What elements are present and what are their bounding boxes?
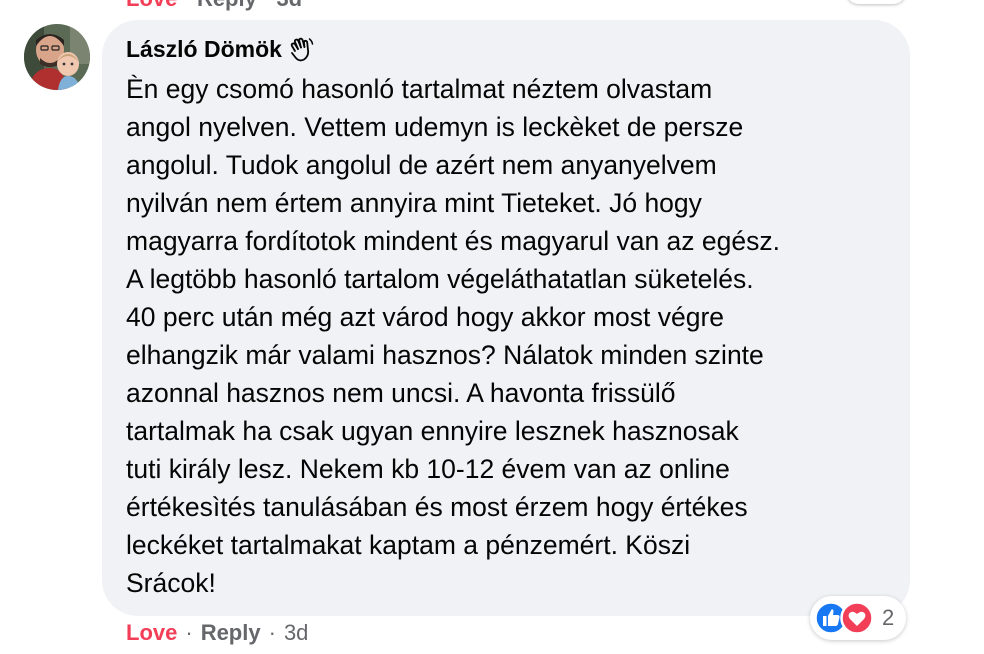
avatar-image: [24, 24, 90, 90]
comment-line: tartalmak ha csak ugyan ennyire lesznek …: [126, 416, 739, 446]
previous-timestamp: 3d: [276, 0, 302, 11]
love-button[interactable]: Love: [126, 620, 177, 646]
heart-icon: [840, 601, 874, 635]
previous-reply-button[interactable]: Reply: [197, 0, 257, 11]
comment-line: értékesìtés tanulásában és most érzem ho…: [126, 492, 748, 522]
comment-text: Èn egy csomó hasonló tartalmat néztem ol…: [126, 70, 896, 602]
comment-line: magyarra fordítotok mindent és magyarul …: [126, 226, 780, 256]
separator-2: ·: [268, 620, 276, 645]
comment-line: Srácok!: [126, 568, 216, 598]
avatar[interactable]: [24, 24, 90, 90]
previous-love-button[interactable]: Love: [126, 0, 177, 11]
previous-reactions-pill[interactable]: [846, 0, 906, 4]
previous-comment-actions: Love · Reply · 3d: [126, 0, 302, 12]
comment-line: azonnal hasznos nem uncsi. A havonta fri…: [126, 378, 676, 408]
separator: ·: [185, 620, 193, 645]
reply-button[interactable]: Reply: [201, 620, 261, 646]
comment-line: 40 perc után még azt várod hogy akkor mo…: [126, 302, 725, 332]
comment-line: elhangzik már valami hasznos? Nálatok mi…: [126, 340, 764, 370]
comment-line: leckéket tartalmakat kaptam a pénzemért.…: [126, 530, 691, 560]
author-name[interactable]: László Dömök: [126, 36, 282, 63]
author-row: László Dömök: [126, 36, 314, 63]
comment-line: tuti király lesz. Nekem kb 10-12 évem va…: [126, 454, 730, 484]
previous-separator: ·: [183, 0, 190, 11]
reactions-summary[interactable]: 2: [810, 596, 906, 640]
comment-bubble: László Dömök Èn egy csomó hasonló tartal…: [102, 20, 910, 616]
comment-line: A legtöbb hasonló tartalom végeláthatatl…: [126, 264, 754, 294]
previous-separator-2: ·: [263, 0, 270, 11]
comment-actions: Love · Reply · 3d: [126, 620, 308, 646]
timestamp[interactable]: 3d: [284, 620, 308, 646]
comment-line: angolul. Tudok angolul de azért nem anya…: [126, 150, 717, 180]
reaction-count: 2: [882, 605, 895, 630]
waving-hand-icon: [290, 37, 314, 61]
comment-line: angol nyelven. Vettem udemyn is leckèket…: [126, 112, 744, 142]
comment-line: nyilván nem értem annyira mint Tieteket.…: [126, 188, 702, 218]
comment-line: Èn egy csomó hasonló tartalmat néztem ol…: [126, 74, 713, 104]
